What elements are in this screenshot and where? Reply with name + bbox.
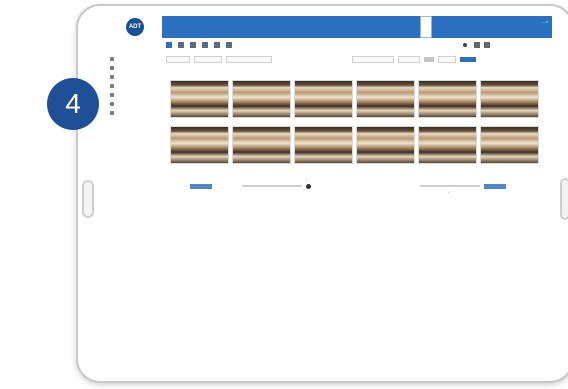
tab-4[interactable] [442,16,452,38]
sidebar-item-icon [110,65,114,70]
status-text [420,185,480,187]
page-indicator: • [448,190,450,194]
toolbar-button[interactable] [214,42,220,48]
step-badge: 4 [47,78,99,130]
sidebar-item-7[interactable] [106,108,162,117]
filter-bar [162,54,552,64]
next-button[interactable] [484,184,506,189]
thumbnail[interactable] [232,80,291,118]
thumbnail[interactable] [480,80,539,118]
toolbar-button[interactable] [202,42,208,48]
sidebar-item-4[interactable] [106,81,162,90]
filter-field[interactable] [166,55,190,63]
filter-field[interactable] [438,55,456,63]
sidebar-item-icon [110,74,114,79]
top-bar: – × [162,16,552,38]
sidebar-item-2[interactable] [106,63,162,72]
toolbar-button[interactable] [166,42,172,48]
thumbnail[interactable] [418,80,477,118]
play-icon[interactable] [306,184,311,189]
thumbnail[interactable] [170,126,229,164]
sidebar-item-5[interactable] [106,90,162,99]
toolbar-button[interactable] [226,42,232,48]
filter-field[interactable] [194,55,222,63]
bottom-bar: • • [162,178,552,194]
filter-field[interactable] [352,55,394,63]
thumbnail[interactable] [232,126,291,164]
thumbnail[interactable] [480,126,539,164]
filter-button[interactable] [424,56,434,62]
thumbnail[interactable] [294,80,353,118]
date-range-field[interactable] [226,55,272,63]
sidebar [106,54,162,117]
toolbar-button[interactable] [178,42,184,48]
indicator: • [306,178,308,182]
sidebar-item-icon [110,110,114,115]
thumbnail[interactable] [356,80,415,118]
sidebar-item-3[interactable] [106,72,162,81]
sidebar-item-icon [110,83,114,88]
sidebar-item-icon [110,92,114,97]
app-screen: ADT – × • • [106,16,552,372]
layout-icon[interactable] [484,42,490,48]
thumbnail-grid [170,80,546,164]
toolbar-right [463,42,490,48]
sidebar-item-1[interactable] [106,54,162,63]
tab-2-active[interactable] [420,16,432,38]
tab-3[interactable] [432,16,442,38]
search-button[interactable] [460,56,476,62]
brand: ADT [108,18,162,52]
thumbnail[interactable] [294,126,353,164]
tablet-side-button [560,178,568,220]
grid-icon[interactable] [474,42,480,48]
filter-field[interactable] [398,55,420,63]
thumbnail[interactable] [170,80,229,118]
tablet-home-button [82,180,94,218]
top-tabs [410,16,452,38]
sidebar-item-6[interactable] [106,99,162,108]
status-text [242,185,302,187]
toolbar [162,38,552,52]
thumbnail[interactable] [418,126,477,164]
adt-logo-icon: ADT [126,18,144,36]
sidebar-item-icon [110,101,114,106]
prev-button[interactable] [190,184,212,189]
tab-1[interactable] [410,16,420,38]
window-controls[interactable]: – × [542,19,548,24]
sidebar-item-icon [110,56,114,61]
thumbnail[interactable] [356,126,415,164]
toolbar-button[interactable] [190,42,196,48]
user-icon [463,43,467,47]
